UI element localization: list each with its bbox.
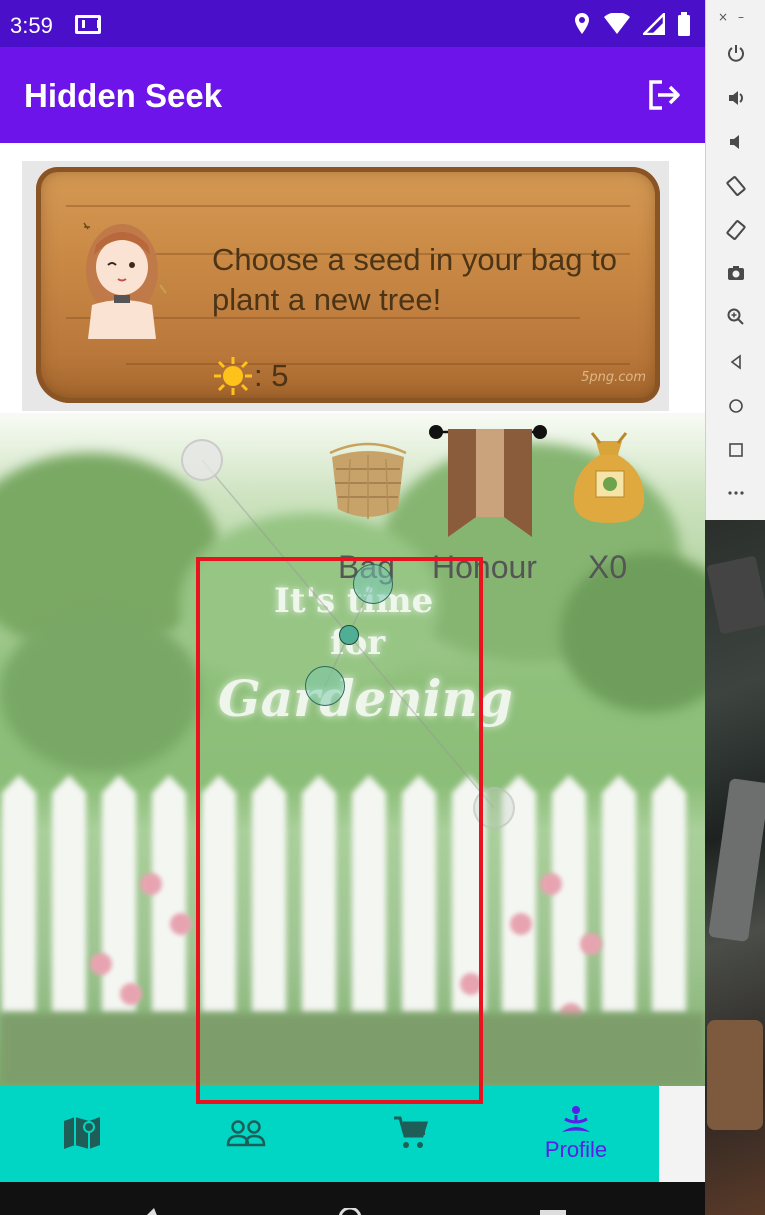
home-icon[interactable] — [706, 391, 765, 421]
location-icon — [575, 13, 589, 34]
app-bar: Hidden Seek — [0, 47, 705, 143]
app-title: Hidden Seek — [24, 77, 223, 114]
window-controls[interactable]: ×– — [718, 10, 754, 24]
cart-icon — [394, 1116, 428, 1148]
meditation-icon — [562, 1106, 590, 1132]
power-icon[interactable] — [706, 38, 765, 68]
status-time: 3:59 — [10, 13, 53, 38]
tab-map[interactable] — [0, 1086, 164, 1182]
nav-home-icon[interactable] — [338, 1208, 362, 1215]
people-icon — [226, 1120, 266, 1147]
overview-icon[interactable] — [706, 435, 765, 465]
desktop-background — [705, 520, 765, 1215]
more-icon[interactable] — [706, 478, 765, 508]
mail-notification-icon — [75, 15, 101, 34]
volume-up-icon[interactable] — [706, 83, 765, 113]
logout-icon[interactable] — [645, 77, 681, 113]
phone-screen: 3:59 Hidden Seek 5png.com Choose a seed … — [0, 0, 705, 1215]
rotate-right-icon[interactable] — [706, 215, 765, 245]
volume-down-icon[interactable] — [706, 127, 765, 157]
wifi-icon — [604, 13, 630, 34]
camera-icon[interactable] — [706, 258, 765, 288]
signal-icon — [643, 13, 665, 35]
rotate-left-icon[interactable] — [706, 171, 765, 201]
highlight-box — [196, 557, 483, 1104]
tab-profile[interactable]: Profile — [494, 1086, 658, 1182]
tab-bar-edge — [659, 1086, 705, 1182]
system-nav-bar — [0, 1182, 705, 1215]
map-icon — [64, 1117, 100, 1149]
zoom-icon[interactable] — [706, 302, 765, 332]
emulator-toolbar: ×– — [705, 0, 765, 520]
touch-start-indicator — [181, 439, 223, 481]
nav-back-icon[interactable] — [140, 1208, 160, 1215]
status-bar: 3:59 — [0, 0, 705, 47]
battery-icon — [678, 12, 690, 36]
back-icon[interactable] — [706, 347, 765, 377]
nav-recents-icon[interactable] — [540, 1210, 566, 1215]
tab-profile-label: Profile — [544, 1137, 608, 1162]
